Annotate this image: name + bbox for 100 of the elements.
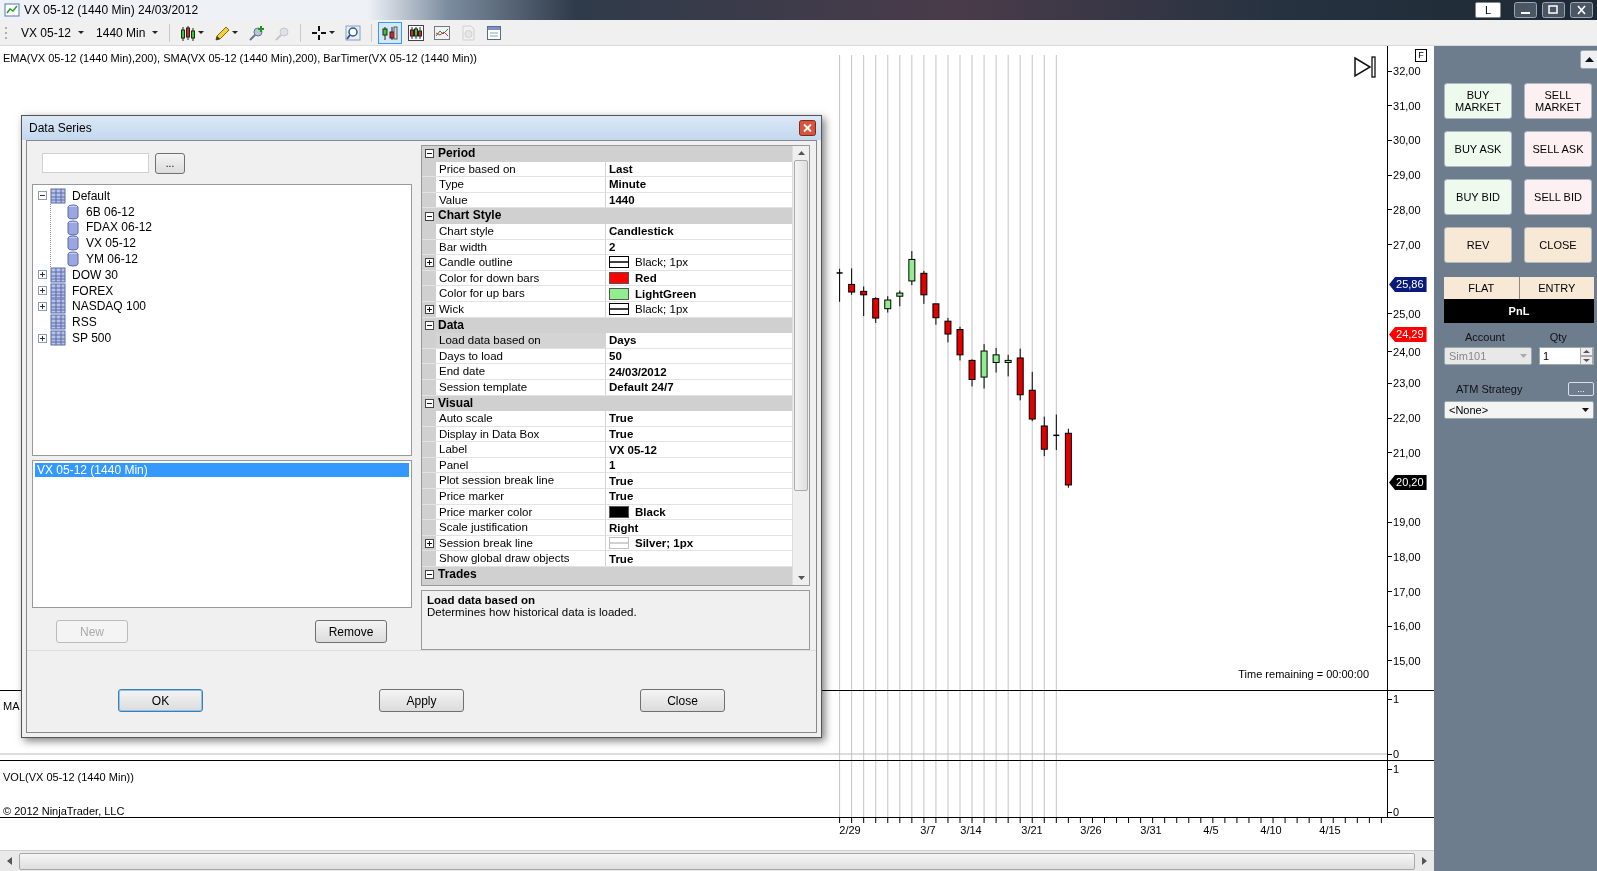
collapse-icon[interactable]: [424, 398, 434, 408]
right-arrow-icon[interactable]: [1421, 856, 1428, 866]
order-button[interactable]: SELL MARKET: [1524, 83, 1592, 119]
tree-item[interactable]: VX 05-12: [83, 236, 137, 251]
property-value[interactable]: Days: [609, 334, 637, 347]
property-label[interactable]: End date: [436, 364, 606, 379]
skip-to-end-icon[interactable]: [1354, 56, 1377, 78]
property-label[interactable]: Scale justification: [436, 520, 606, 535]
scrollbar-thumb[interactable]: [19, 852, 1415, 870]
account-label: Account: [1465, 331, 1505, 345]
property-label[interactable]: Load data based on: [436, 333, 606, 348]
order-button[interactable]: SELL ASK: [1524, 131, 1592, 167]
expand-icon[interactable]: [424, 304, 434, 314]
dialog-button[interactable]: Apply: [379, 689, 464, 712]
property-value[interactable]: Right: [609, 521, 639, 534]
property-value[interactable]: True: [609, 490, 634, 503]
order-button[interactable]: REV: [1444, 227, 1512, 263]
order-button[interactable]: BUY ASK: [1444, 131, 1512, 167]
expand-icon[interactable]: [38, 286, 47, 296]
tree-item[interactable]: Default: [69, 188, 111, 203]
property-value[interactable]: True: [609, 474, 634, 487]
candle: [992, 347, 1000, 374]
quantity-field[interactable]: 1: [1539, 347, 1594, 365]
tree-item[interactable]: SP 500: [69, 331, 112, 346]
restore-icon[interactable]: [1542, 2, 1565, 18]
expand-icon[interactable]: [424, 257, 434, 267]
property-value[interactable]: True: [609, 428, 634, 440]
property-label[interactable]: Price based on: [436, 161, 606, 177]
tree-item[interactable]: YM 06-12: [83, 252, 139, 267]
scrollbar[interactable]: [792, 146, 809, 586]
close-icon[interactable]: [799, 120, 816, 136]
collapse-icon[interactable]: [424, 320, 434, 330]
property-label[interactable]: Candle outline: [436, 255, 606, 270]
order-button[interactable]: BUY MARKET: [1444, 83, 1512, 119]
collapse-up-icon[interactable]: [1580, 50, 1597, 69]
property-value[interactable]: Black: [635, 505, 666, 518]
tree-item[interactable]: 6B 06-12: [83, 204, 135, 219]
remove-button[interactable]: Remove: [315, 620, 387, 643]
atm-strategy-dropdown[interactable]: <None>: [1444, 401, 1594, 419]
order-button[interactable]: SELL BID: [1524, 179, 1592, 215]
scrollbar[interactable]: [0, 850, 1434, 871]
property-label[interactable]: Show global draw objects: [436, 551, 606, 567]
interval-dropdown[interactable]: 1440 Min: [91, 23, 164, 42]
left-arrow-icon[interactable]: [6, 856, 13, 866]
candle: [920, 270, 928, 305]
expand-icon[interactable]: [38, 301, 47, 311]
caret-icon: [1582, 408, 1589, 412]
property-label[interactable]: Color for up bars: [436, 286, 606, 301]
magnifier-icon: [345, 24, 362, 41]
property-label[interactable]: Type: [436, 177, 606, 192]
axis-label: 0: [1393, 748, 1400, 760]
dialog-button[interactable]: OK: [118, 689, 203, 712]
caret-icon: [78, 31, 85, 34]
expand-icon[interactable]: [38, 333, 47, 343]
instrument-dropdown[interactable]: VX 05-12: [16, 23, 90, 42]
tree-item[interactable]: RSS: [69, 315, 97, 330]
browse-button[interactable]: ...: [155, 153, 185, 174]
candle: [944, 317, 952, 343]
collapse-icon[interactable]: [424, 570, 434, 580]
flag-button[interactable]: F: [1415, 49, 1427, 62]
scrollbar-thumb[interactable]: [794, 160, 808, 492]
axis-label: 16,00: [1393, 620, 1421, 633]
property-value[interactable]: 1440: [609, 194, 635, 207]
collapse-icon[interactable]: [424, 211, 434, 221]
price-marker: 25,86: [1389, 277, 1427, 292]
search-field[interactable]: [42, 153, 149, 173]
dialog-button[interactable]: Close: [640, 689, 725, 712]
property-value[interactable]: True: [609, 552, 634, 565]
order-button[interactable]: CLOSE: [1524, 227, 1592, 263]
close-icon[interactable]: [1570, 2, 1593, 18]
order-button[interactable]: BUY BID: [1444, 179, 1512, 215]
property-value[interactable]: Red: [635, 272, 657, 285]
category-label: Trades: [437, 567, 477, 583]
tree-item[interactable]: DOW 30: [69, 267, 118, 282]
property-value[interactable]: Minute: [609, 178, 647, 191]
property-value[interactable]: 2: [609, 240, 616, 253]
expand-icon[interactable]: [424, 538, 434, 548]
property-value[interactable]: 50: [609, 350, 622, 362]
layout-button[interactable]: L: [1475, 2, 1501, 18]
property-label[interactable]: Label: [436, 442, 606, 457]
down-arrow-icon[interactable]: [796, 575, 806, 582]
property-value[interactable]: True: [609, 412, 634, 425]
tree-item[interactable]: FOREX: [69, 283, 114, 298]
property-label[interactable]: Chart style: [436, 223, 606, 239]
tool-button[interactable]: [378, 21, 403, 44]
collapse-icon[interactable]: [38, 191, 47, 201]
expand-icon[interactable]: [38, 270, 47, 280]
collapse-icon[interactable]: [424, 149, 434, 159]
property-label[interactable]: Plot session break line: [436, 473, 606, 489]
property-label[interactable]: Auto scale: [436, 411, 606, 426]
property-value[interactable]: Last: [609, 162, 633, 175]
minimize-icon[interactable]: [1514, 2, 1537, 18]
caret-icon: [152, 31, 159, 34]
spinner-icon[interactable]: [1580, 347, 1593, 365]
tree-item[interactable]: FDAX 06-12: [83, 220, 153, 235]
tree-item[interactable]: NASDAQ 100: [69, 299, 147, 314]
property-label[interactable]: Price marker: [436, 489, 606, 504]
browse-button[interactable]: ...: [1568, 382, 1594, 396]
property-value[interactable]: 1: [609, 459, 616, 472]
up-arrow-icon[interactable]: [796, 150, 806, 156]
